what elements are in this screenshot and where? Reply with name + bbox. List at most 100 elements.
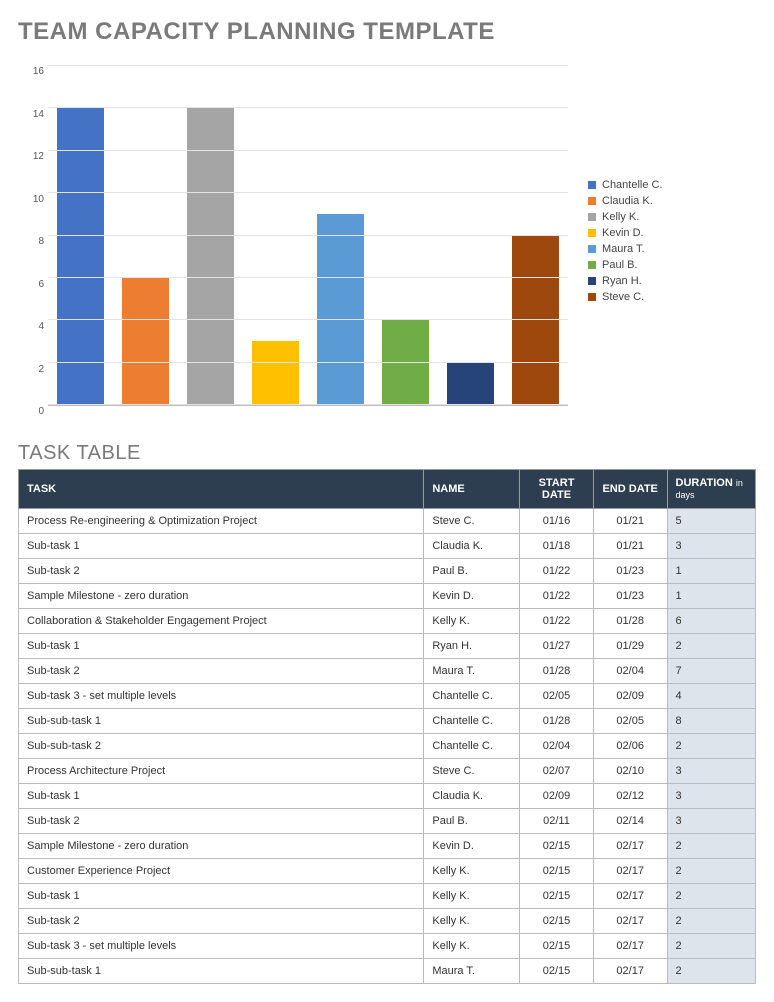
table-row: Sample Milestone - zero durationKevin D.…: [19, 584, 756, 609]
page-title: TEAM CAPACITY PLANNING TEMPLATE: [18, 18, 756, 46]
table-header-row: TASK NAME START DATE END DATE DURATION i…: [19, 470, 756, 509]
gridline: [48, 192, 568, 193]
table-cell: 02/15: [520, 909, 594, 934]
table-row: Sub-task 2Paul B.02/1102/143: [19, 809, 756, 834]
table-cell: Steve C.: [424, 509, 520, 534]
table-cell: Customer Experience Project: [19, 859, 424, 884]
table-row: Sub-task 1Claudia K.01/1801/213: [19, 534, 756, 559]
legend-item: Chantelle C.: [588, 179, 663, 191]
table-cell: Sample Milestone - zero duration: [19, 584, 424, 609]
gridline: [48, 277, 568, 278]
bar-slot: [438, 66, 503, 405]
table-row: Sub-sub-task 1Maura T.02/1502/172: [19, 959, 756, 984]
bar: [447, 363, 494, 405]
legend-item: Kevin D.: [588, 227, 663, 239]
table-row: Customer Experience ProjectKelly K.02/15…: [19, 859, 756, 884]
bar-slot: [243, 66, 308, 405]
table-cell: Claudia K.: [424, 534, 520, 559]
legend-swatch: [588, 261, 596, 269]
table-cell: 7: [667, 659, 755, 684]
table-row: Sub-task 1Ryan H.01/2701/292: [19, 634, 756, 659]
table-cell: Maura T.: [424, 959, 520, 984]
table-cell: Maura T.: [424, 659, 520, 684]
legend-swatch: [588, 293, 596, 301]
col-duration: DURATION in days: [667, 470, 755, 509]
table-cell: 02/05: [593, 709, 667, 734]
table-cell: Chantelle C.: [424, 684, 520, 709]
gridline: [48, 362, 568, 363]
table-cell: 01/28: [593, 609, 667, 634]
bar: [122, 278, 169, 405]
legend-item: Ryan H.: [588, 275, 663, 287]
legend-label: Steve C.: [602, 291, 644, 303]
bar-slot: [48, 66, 113, 405]
table-cell: Process Architecture Project: [19, 759, 424, 784]
legend-label: Chantelle C.: [602, 179, 663, 191]
table-cell: Sub-task 1: [19, 634, 424, 659]
table-row: Sub-task 2Paul B.01/2201/231: [19, 559, 756, 584]
bar-slot: [503, 66, 568, 405]
table-title: TASK TABLE: [18, 442, 756, 465]
col-task: TASK: [19, 470, 424, 509]
chart-plot: 0246810121416: [48, 66, 568, 406]
table-body: Process Re-engineering & Optimization Pr…: [19, 509, 756, 984]
table-cell: 01/18: [520, 534, 594, 559]
table-cell: Kelly K.: [424, 909, 520, 934]
chart-area: 0246810121416: [18, 56, 578, 426]
table-cell: Chantelle C.: [424, 709, 520, 734]
table-cell: 02/11: [520, 809, 594, 834]
table-cell: 02/15: [520, 834, 594, 859]
gridline: [48, 150, 568, 151]
gridline: [48, 107, 568, 108]
table-cell: Sub-task 2: [19, 909, 424, 934]
bar: [57, 108, 104, 405]
table-cell: Process Re-engineering & Optimization Pr…: [19, 509, 424, 534]
table-cell: 02/17: [593, 934, 667, 959]
table-cell: 2: [667, 884, 755, 909]
table-cell: Claudia K.: [424, 784, 520, 809]
legend-label: Claudia K.: [602, 195, 653, 207]
table-cell: 02/09: [593, 684, 667, 709]
table-cell: 02/17: [593, 909, 667, 934]
table-cell: Steve C.: [424, 759, 520, 784]
table-row: Sub-task 1Kelly K.02/1502/172: [19, 884, 756, 909]
legend-item: Claudia K.: [588, 195, 663, 207]
table-cell: 01/16: [520, 509, 594, 534]
table-cell: 1: [667, 559, 755, 584]
table-cell: 02/07: [520, 759, 594, 784]
table-cell: 01/28: [520, 659, 594, 684]
table-cell: Sub-task 1: [19, 884, 424, 909]
table-cell: 01/27: [520, 634, 594, 659]
table-cell: 3: [667, 759, 755, 784]
table-row: Sub-sub-task 1Chantelle C.01/2802/058: [19, 709, 756, 734]
col-end: END DATE: [593, 470, 667, 509]
table-cell: Sub-task 2: [19, 659, 424, 684]
table-row: Collaboration & Stakeholder Engagement P…: [19, 609, 756, 634]
col-name: NAME: [424, 470, 520, 509]
table-cell: Sub-task 2: [19, 809, 424, 834]
table-row: Sub-task 1Claudia K.02/0902/123: [19, 784, 756, 809]
table-cell: 01/22: [520, 609, 594, 634]
legend-swatch: [588, 181, 596, 189]
table-row: Sub-task 2Kelly K.02/1502/172: [19, 909, 756, 934]
table-row: Process Re-engineering & Optimization Pr…: [19, 509, 756, 534]
bar-slot: [113, 66, 178, 405]
table-row: Sub-task 2Maura T.01/2802/047: [19, 659, 756, 684]
table-cell: Kelly K.: [424, 934, 520, 959]
bar-slot: [373, 66, 438, 405]
legend-label: Kelly K.: [602, 211, 639, 223]
chart-bars: [48, 66, 568, 405]
table-cell: 01/22: [520, 584, 594, 609]
legend-label: Maura T.: [602, 243, 645, 255]
table-cell: 02/17: [593, 859, 667, 884]
legend-swatch: [588, 277, 596, 285]
table-cell: 02/15: [520, 884, 594, 909]
table-cell: 3: [667, 534, 755, 559]
table-row: Sample Milestone - zero durationKevin D.…: [19, 834, 756, 859]
table-cell: Kevin D.: [424, 584, 520, 609]
bar: [187, 108, 234, 405]
table-row: Sub-task 3 - set multiple levelsChantell…: [19, 684, 756, 709]
legend-label: Kevin D.: [602, 227, 644, 239]
chart-legend: Chantelle C. Claudia K. Kelly K. Kevin D. Ma…: [588, 175, 663, 307]
table-cell: Sub-sub-task 1: [19, 709, 424, 734]
